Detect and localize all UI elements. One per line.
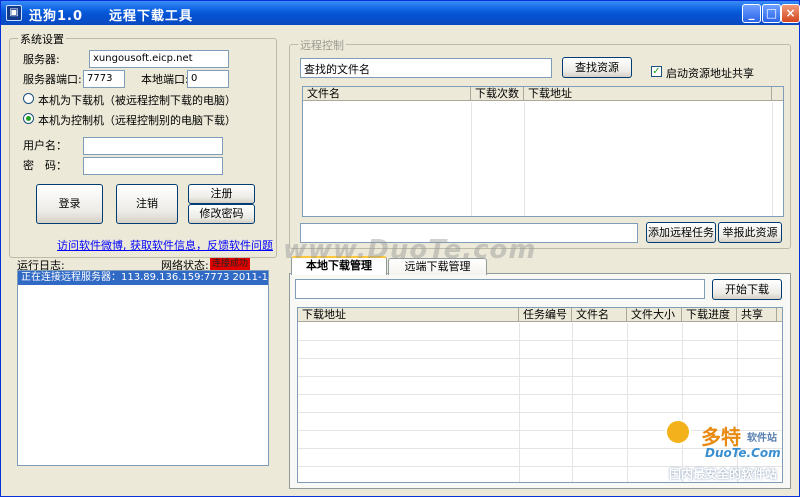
mode-control-label[interactable]: 本机为控制机（远程控制别的电脑下载） [38, 112, 236, 128]
close-button[interactable]: × [781, 4, 800, 23]
start-download-button[interactable]: 开始下载 [712, 279, 782, 300]
grid-row-line [298, 412, 782, 413]
col-download-count[interactable]: 下载次数 [471, 87, 524, 101]
report-resource-button[interactable]: 举报此资源 [718, 222, 782, 243]
app-subtitle: 远程下载工具 [109, 9, 194, 24]
grid-divider [572, 323, 573, 482]
server-port-input[interactable]: 7773 [83, 70, 125, 88]
password-input[interactable] [83, 157, 223, 175]
password-label: 密 码： [23, 159, 67, 172]
col-file-name[interactable]: 文件名 [572, 308, 627, 322]
grid-divider [772, 102, 773, 216]
grid-row-line [298, 340, 782, 341]
app-name: 迅狗1.0 [29, 9, 84, 24]
minimize-button[interactable]: _ [742, 4, 761, 23]
add-remote-task-button[interactable]: 添加远程任务 [646, 222, 716, 243]
col-share[interactable]: 共享 [737, 308, 777, 322]
search-filename-input[interactable]: 查找的文件名 [300, 58, 552, 78]
grid-divider [524, 102, 525, 216]
username-label: 用户名： [23, 139, 67, 152]
download-url-input[interactable] [295, 279, 705, 299]
resource-table[interactable]: 文件名 下载次数 下载地址 [302, 86, 784, 217]
download-table-header: 下载地址 任务编号 文件名 文件大小 下载进度 共享 [298, 308, 782, 322]
logout-button[interactable]: 注销 [116, 184, 178, 224]
server-label: 服务器: [23, 53, 60, 66]
grid-row-line [298, 376, 782, 377]
window-title: 迅狗1.0 远程下载工具 [29, 5, 193, 24]
brand-url: DuoTe.Com [705, 446, 781, 460]
mode-download-radio[interactable] [23, 93, 34, 104]
local-port-input[interactable]: 0 [187, 70, 229, 88]
col-progress[interactable]: 下载进度 [682, 308, 737, 322]
app-window: ▣ 迅狗1.0 远程下载工具 _ □ × 系统设置 服务器: xungousoft… [0, 0, 800, 497]
remote-control-legend: 远程控制 [298, 37, 346, 53]
share-checkbox[interactable]: ✓ [651, 66, 662, 77]
system-settings-legend: 系统设置 [18, 31, 66, 47]
resource-table-header: 文件名 下载次数 下载地址 [303, 87, 783, 101]
mode-download-label[interactable]: 本机为下载机（被远程控制下载的电脑） [38, 92, 236, 108]
log-list[interactable]: 正在连接远程服务器：113.89.136.159:7773 2011-10-27… [17, 270, 269, 466]
grid-divider [471, 102, 472, 216]
col-filename[interactable]: 文件名 [303, 87, 471, 101]
search-resource-button[interactable]: 查找资源 [562, 57, 632, 78]
grid-divider [627, 323, 628, 482]
app-icon: ▣ [6, 5, 22, 21]
duote-watermark: www.DuoTe.com [283, 235, 537, 265]
title-bar[interactable]: ▣ 迅狗1.0 远程下载工具 _ □ × [1, 1, 800, 25]
grid-divider [519, 323, 520, 482]
weibo-link[interactable]: 访问软件微博, 获取软件信息，反馈软件问题 [57, 237, 273, 253]
username-input[interactable] [83, 137, 223, 155]
mode-control-radio[interactable] [23, 113, 34, 124]
login-button[interactable]: 登录 [36, 184, 103, 224]
change-password-button[interactable]: 修改密码 [188, 204, 255, 224]
col-download-url[interactable]: 下载地址 [524, 87, 772, 101]
grid-row-line [298, 394, 782, 395]
network-status-badge: 连接成功 [210, 258, 251, 270]
brand-slogan: 国内最安全的软件站 [669, 467, 778, 481]
grid-divider [682, 323, 683, 482]
grid-row-line [298, 358, 782, 359]
server-input[interactable]: xungousoft.eicp.net [89, 50, 229, 68]
brand-suffix: 软件站 [747, 433, 777, 444]
local-port-label: 本地端口: [141, 73, 189, 86]
col-url[interactable]: 下载地址 [298, 308, 519, 322]
maximize-button[interactable]: □ [762, 4, 781, 23]
log-entry[interactable]: 正在连接远程服务器：113.89.136.159:7773 2011-10-27… [18, 271, 268, 285]
col-task-id[interactable]: 任务编号 [519, 308, 572, 322]
col-file-size[interactable]: 文件大小 [627, 308, 682, 322]
register-button[interactable]: 注册 [188, 184, 255, 204]
duote-mascot-icon [665, 419, 691, 445]
server-port-label: 服务器端口: [23, 73, 82, 86]
share-checkbox-label[interactable]: 启动资源地址共享 [666, 65, 754, 81]
